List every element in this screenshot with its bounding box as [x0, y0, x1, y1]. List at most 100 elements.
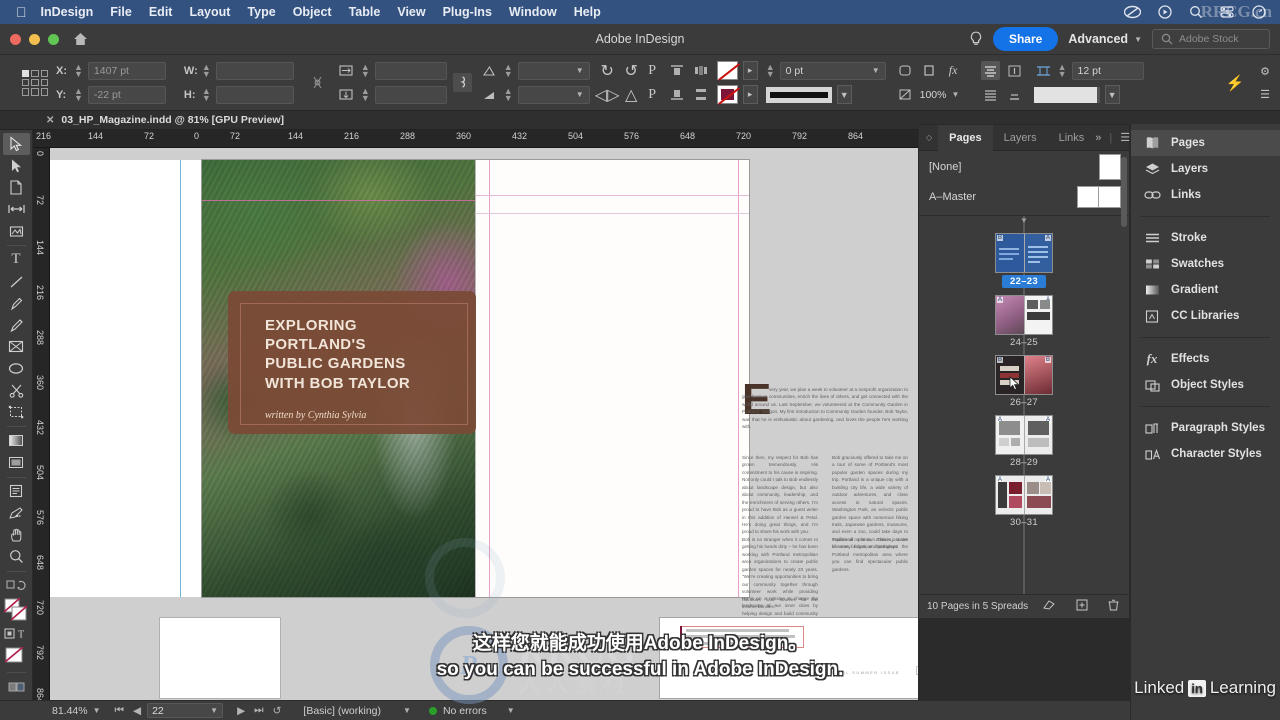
shear-field[interactable]: ▼: [517, 61, 590, 80]
dock-item-effects[interactable]: fx Effects: [1131, 346, 1280, 372]
reset-view-icon[interactable]: ↺: [273, 705, 282, 717]
control-panel-settings-icon[interactable]: ⚙: [1260, 65, 1270, 78]
adobe-stock-search[interactable]: Adobe Stock: [1152, 29, 1270, 49]
dock-item-swatches[interactable]: Swatches: [1131, 251, 1280, 277]
dock-item-stroke[interactable]: Stroke: [1131, 225, 1280, 251]
pen-tool[interactable]: [3, 292, 30, 314]
free-transform-tool[interactable]: [3, 401, 30, 423]
apply-gradient-icon[interactable]: [3, 676, 30, 698]
rectangle-frame-tool[interactable]: [3, 336, 30, 358]
window-traffic-lights[interactable]: [10, 33, 59, 45]
dock-item-object-styles[interactable]: Object Styles: [1131, 372, 1280, 398]
link-text-frames-icon[interactable]: [452, 73, 472, 92]
spread-item-22-23[interactable]: B A 22–23: [919, 234, 1129, 288]
last-page-button[interactable]: ⏭: [254, 704, 263, 717]
color-theme-tool[interactable]: [3, 502, 30, 524]
close-tab-icon[interactable]: ✕: [46, 115, 54, 126]
spread-item-26-27[interactable]: B B 26–27: [919, 356, 1129, 408]
menu-layout[interactable]: Layout: [189, 5, 230, 19]
columns-stepper[interactable]: ▲ ▼: [361, 62, 370, 78]
dock-item-pages[interactable]: Pages: [1131, 130, 1280, 156]
control-panel-menu-icon[interactable]: ☰: [1260, 88, 1270, 101]
page-tool[interactable]: [3, 177, 30, 199]
spread-thumbnail[interactable]: A A: [996, 416, 1052, 454]
menu-edit[interactable]: Edit: [149, 5, 173, 19]
delete-page-icon[interactable]: [1108, 599, 1119, 614]
align-bottom-icon[interactable]: [668, 85, 687, 104]
h-stepper[interactable]: ▲ ▼: [202, 86, 211, 102]
fill-swatch-dropdown[interactable]: ▸: [742, 85, 758, 104]
page-23[interactable]: [475, 160, 749, 597]
flip-horizontal-icon[interactable]: ◁▷: [595, 85, 620, 104]
pages-list[interactable]: ▼ B A 22–23 A 24–25 B B 26–27 A A 28–29 …: [919, 216, 1129, 611]
h-field[interactable]: [215, 85, 294, 104]
body-paragraph-5[interactable]: Bob graciously offered to take me on a t…: [832, 454, 908, 573]
pages-panel[interactable]: ◇ Pages Layers Links » | ☰ [None] A–Mast…: [918, 124, 1130, 619]
x-field[interactable]: 1407 pt: [87, 61, 166, 80]
spread-item-24-25[interactable]: A A 24–25: [919, 296, 1129, 348]
y-field[interactable]: -22 pt: [87, 85, 166, 104]
align-top-icon[interactable]: [668, 61, 687, 80]
content-collector-tool[interactable]: [3, 220, 30, 242]
columns-field[interactable]: [374, 61, 447, 80]
master-a-row[interactable]: A–Master: [919, 183, 1129, 211]
text-vertical-center-icon[interactable]: [1005, 61, 1024, 80]
text-frame-p-icon[interactable]: P: [643, 61, 662, 80]
menu-type[interactable]: Type: [247, 5, 275, 19]
gap-tool[interactable]: [3, 198, 30, 220]
play-icon[interactable]: [1158, 5, 1172, 19]
rotation-stepper[interactable]: ▲ ▼: [504, 86, 513, 102]
page-number-field[interactable]: 22 ▼: [147, 703, 224, 718]
gutter-stepper[interactable]: ▲ ▼: [361, 86, 370, 102]
gutter-field[interactable]: [374, 85, 447, 104]
stroke-style-preview[interactable]: [765, 86, 832, 103]
new-page-icon[interactable]: [1076, 599, 1088, 614]
distribute-vertical-icon[interactable]: [692, 85, 711, 104]
rotate-cw-icon[interactable]: ↺: [622, 61, 641, 80]
distribute-horizontal-icon[interactable]: [692, 61, 711, 80]
formatting-affects-toggle[interactable]: T: [3, 623, 30, 645]
panel-scrollbar[interactable]: [1121, 157, 1127, 227]
workspace-switcher[interactable]: Advanced ▼: [1068, 32, 1142, 46]
rotation-field[interactable]: ▼: [517, 85, 590, 104]
spread-thumbnail[interactable]: A A: [996, 296, 1052, 334]
dock-item-paragraph-styles[interactable]: Paragraph Styles: [1131, 415, 1280, 441]
tab-layers[interactable]: Layers: [993, 125, 1048, 151]
panel-grip-icon[interactable]: ◇: [926, 133, 932, 142]
leading-stepper[interactable]: ▲ ▼: [1058, 62, 1067, 78]
frame-fitting-icon[interactable]: [920, 61, 939, 80]
document-tab[interactable]: ✕ 03_HP_Magazine.indd @ 81% [GPU Preview…: [46, 114, 284, 126]
spread-thumbnail[interactable]: A A: [996, 476, 1052, 514]
w-field[interactable]: [215, 61, 294, 80]
document-canvas[interactable]: EXPLORING PORTLAND'S PUBLIC GARDENS WITH…: [50, 148, 918, 700]
menu-file[interactable]: File: [110, 5, 132, 19]
y-stepper[interactable]: ▲ ▼: [74, 86, 83, 102]
type-tool[interactable]: T: [3, 249, 30, 271]
tab-links[interactable]: Links: [1048, 125, 1096, 151]
dock-item-character-styles[interactable]: Character Styles: [1131, 441, 1280, 467]
text-frame-p-plus-icon[interactable]: P: [643, 85, 662, 104]
align-justify-icon[interactable]: [981, 85, 1000, 104]
stroke-weight-field[interactable]: 0 pt ▼: [779, 61, 886, 80]
apply-swap-colors[interactable]: [3, 575, 30, 597]
creative-cloud-icon[interactable]: [1124, 5, 1141, 19]
menu-window[interactable]: Window: [509, 5, 557, 19]
article-byline[interactable]: written by Cynthia Sylvia: [265, 410, 366, 421]
preflight-profile-control[interactable]: [Basic] (working) ▼: [303, 705, 411, 717]
previous-page-button[interactable]: ◀: [133, 705, 141, 717]
share-button[interactable]: Share: [992, 27, 1059, 51]
menu-object[interactable]: Object: [293, 5, 332, 19]
baseline-grid-icon[interactable]: [1034, 61, 1053, 80]
gradient-swatch-tool[interactable]: [3, 430, 30, 452]
preflight-status[interactable]: No errors ▼: [428, 705, 515, 717]
zoom-control[interactable]: 81.44% ▼: [52, 705, 101, 717]
spread-thumbnail[interactable]: B A: [996, 234, 1052, 272]
fill-stroke-proxy[interactable]: [3, 596, 30, 623]
spread-thumbnail[interactable]: B B: [996, 356, 1052, 394]
next-page-button[interactable]: ▶: [237, 705, 245, 717]
dock-item-layers[interactable]: Layers: [1131, 156, 1280, 182]
first-page-button[interactable]: ⏮: [115, 704, 124, 717]
stroke-swatch-none[interactable]: [716, 61, 738, 80]
line-tool[interactable]: [3, 271, 30, 293]
flip-vertical-icon[interactable]: △: [622, 85, 641, 104]
